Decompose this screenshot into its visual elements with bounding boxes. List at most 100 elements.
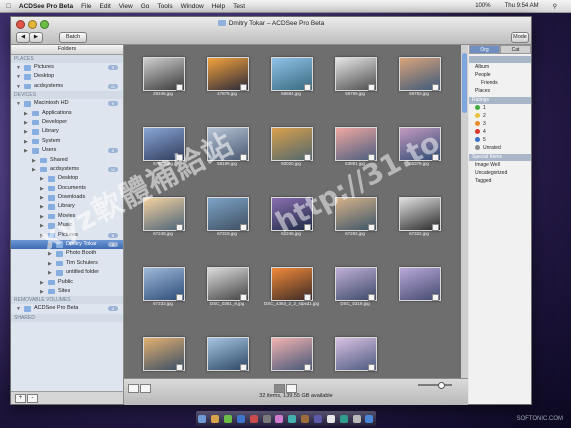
select-checkbox[interactable] [368,294,375,301]
thumbnail[interactable]: 56584.jpg [264,57,318,96]
sidebar-item[interactable]: ▶ Applications [11,109,123,118]
rating-item[interactable]: 3 [469,120,531,128]
menu-go[interactable]: Go [141,3,150,10]
thumbnail[interactable]: 58799.jpg [328,57,382,96]
thumbnail[interactable]: 47878.jpg [200,57,254,96]
app-menu[interactable]: ACDSee Pro Beta [19,3,73,10]
select-checkbox[interactable] [304,154,311,161]
category-item[interactable]: Friends [469,79,531,87]
list-view-icon[interactable] [286,384,297,393]
thumbnail[interactable] [200,337,254,371]
special-item[interactable]: Tagged [469,177,531,185]
batch-button[interactable]: Batch [59,32,87,43]
category-item[interactable]: Places [469,87,531,95]
battery-status[interactable]: 100% [475,3,490,9]
sidebar-item[interactable]: ▼ ACDSee Pro Beta 2 [11,304,123,313]
tab-categories[interactable]: Cat [500,45,531,54]
dock-app-icon[interactable] [249,414,258,423]
sidebar-item[interactable]: ▶ Tim Schulers [11,259,123,268]
category-item[interactable]: Album [469,63,531,71]
rating-item[interactable]: 2 [469,112,531,120]
menu-file[interactable]: File [81,3,91,10]
select-checkbox[interactable] [240,224,247,231]
thumbnail[interactable]: 67322.jpg [392,197,446,236]
thumbnail[interactable] [328,337,382,371]
remove-folder-icon[interactable]: - [27,394,38,403]
special-item[interactable]: Image Well [469,161,531,169]
select-checkbox[interactable] [176,294,183,301]
apple-menu-icon[interactable]:  [6,3,11,10]
dock-app-icon[interactable] [288,414,297,423]
thumbnail-size-slider[interactable] [418,382,452,389]
dock-app-icon[interactable] [339,414,348,423]
sidebar-item[interactable]: ▼ Pictures 5 [11,63,123,72]
sidebar-item[interactable]: ▶ acdsystems 11 [11,165,123,174]
sidebar-item[interactable]: ▶ Library [11,127,123,136]
dock-app-icon[interactable] [326,414,335,423]
sidebar-item[interactable]: ▶ Photo Booth [11,249,123,258]
select-checkbox[interactable] [432,224,439,231]
select-checkbox[interactable] [304,364,311,371]
menu-clock[interactable]: Thu 9:54 AM [505,3,539,9]
dock-app-icon[interactable] [365,414,374,423]
select-checkbox[interactable] [368,84,375,91]
dock-app-icon[interactable] [236,414,245,423]
select-checkbox[interactable] [368,364,375,371]
sidebar-item[interactable]: ▼ acdsystems 11 [11,82,123,91]
add-folder-icon[interactable]: + [15,394,26,403]
thumbnail[interactable] [264,337,318,371]
select-checkbox[interactable] [432,294,439,301]
sidebar-item[interactable]: ▼ Desktop [11,72,123,81]
browser-scrollbar[interactable] [461,45,468,378]
thumbnail[interactable]: 60020.jpg [264,127,318,166]
mode-button[interactable]: Mode [511,32,529,43]
select-checkbox[interactable] [304,84,311,91]
thumbnail[interactable]: DSC_0361_8.jpg [200,267,254,306]
disclosure-triangle-icon[interactable]: ▶ [40,288,44,297]
rating-item[interactable]: Unrated [469,144,531,152]
menu-tools[interactable]: Tools [157,3,172,10]
select-checkbox[interactable] [176,364,183,371]
tab-organize[interactable]: Org [469,45,500,54]
thumbnail[interactable]: 29245.jpg [136,57,190,96]
thumbnail[interactable]: DSC_4363_2_2_stpsd1.jpg [264,267,319,306]
select-checkbox[interactable] [368,224,375,231]
forward-button[interactable]: ▶ [29,32,43,43]
rating-item[interactable]: 4 [469,128,531,136]
menu-view[interactable]: View [119,3,133,10]
select-checkbox[interactable] [432,84,439,91]
menu-test[interactable]: Test [233,3,245,10]
special-item[interactable]: Uncategorized [469,169,531,177]
category-item[interactable]: People [469,71,531,79]
filter-icon[interactable] [140,384,151,393]
menu-edit[interactable]: Edit [100,3,111,10]
disclosure-triangle-icon[interactable]: ▼ [16,83,21,92]
sidebar-item[interactable]: ▶ Shared [11,156,123,165]
sidebar-item[interactable]: ▶ Users 5 [11,146,123,155]
spotlight-icon[interactable]: ⚲ [553,3,557,10]
rating-item[interactable]: 5 [469,136,531,144]
dock-app-icon[interactable] [275,414,284,423]
sidebar-item[interactable]: ▶ Developer [11,118,123,127]
slider-knob[interactable] [438,382,445,389]
select-checkbox[interactable] [240,294,247,301]
select-checkbox[interactable] [240,154,247,161]
grid-view-icon[interactable] [274,384,285,393]
disclosure-triangle-icon[interactable]: ▼ [16,305,21,314]
thumbnail[interactable] [392,267,446,301]
sidebar-item[interactable]: ▶ Sites [11,287,123,296]
select-checkbox[interactable] [240,84,247,91]
sidebar-item[interactable]: ▶ Public [11,278,123,287]
view-options-icon[interactable] [128,384,139,393]
menu-window[interactable]: Window [181,3,204,10]
sidebar-item[interactable]: ▼ Macintosh HD 9 [11,99,123,108]
select-checkbox[interactable] [176,84,183,91]
sidebar-item[interactable]: ▶ System [11,137,123,146]
menu-help[interactable]: Help [212,3,225,10]
select-checkbox[interactable] [240,364,247,371]
dock-app-icon[interactable] [352,414,361,423]
thumbnail[interactable] [136,337,190,371]
scrollbar-knob[interactable] [462,53,467,113]
dock-app-icon[interactable] [198,414,207,423]
dock-app-icon[interactable] [301,414,310,423]
